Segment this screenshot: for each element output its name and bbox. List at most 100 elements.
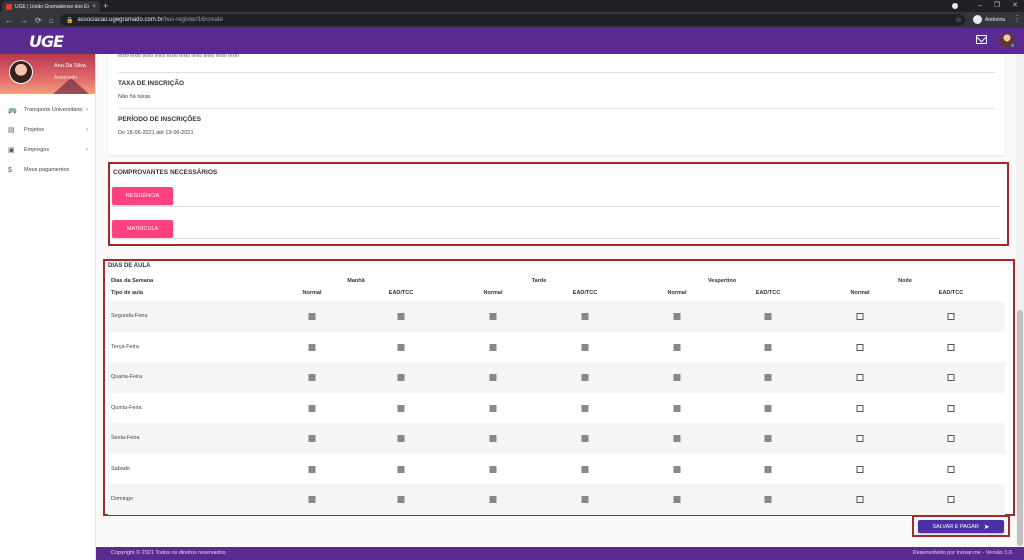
bus-icon: 🚌 bbox=[8, 107, 17, 114]
user-profile-card: Ana Da Silva Associado bbox=[0, 54, 95, 94]
disabled-checkbox bbox=[489, 374, 497, 381]
url-host: associacao.ugegramado.com.br bbox=[77, 17, 163, 23]
disabled-checkbox bbox=[581, 435, 589, 442]
checkbox[interactable] bbox=[856, 435, 864, 442]
sidebar-item-label: Transporte Universitário bbox=[24, 107, 83, 113]
reload-icon[interactable]: ⟳ bbox=[35, 16, 42, 25]
type-column-label: Tipo de aula bbox=[111, 290, 143, 296]
browser-tab[interactable]: UGE | União Gramadense dos Es × bbox=[2, 1, 100, 12]
disabled-checkbox bbox=[581, 313, 589, 320]
checkbox[interactable] bbox=[856, 465, 864, 473]
disabled-checkbox bbox=[764, 496, 772, 503]
user-avatar[interactable] bbox=[9, 60, 33, 84]
checkbox[interactable] bbox=[856, 343, 864, 351]
browser-profile[interactable]: Andreina bbox=[973, 15, 1005, 24]
sidebar-item-4[interactable]: $ Meus pagamentos bbox=[0, 164, 96, 176]
disabled-checkbox bbox=[397, 465, 405, 473]
app-logo[interactable]: UGE bbox=[29, 32, 64, 51]
disabled-checkbox bbox=[673, 435, 681, 442]
favicon-icon bbox=[6, 3, 12, 10]
home-icon[interactable]: ⌂ bbox=[49, 16, 54, 25]
enrollment-upload-button[interactable]: MATRÍCULA bbox=[112, 220, 173, 238]
disabled-checkbox bbox=[673, 496, 681, 503]
checkbox[interactable] bbox=[947, 496, 955, 503]
disabled-checkbox bbox=[673, 343, 681, 351]
day-label: Segunda-Feira bbox=[111, 313, 148, 319]
class-days-heading: DIAS DE AULA bbox=[108, 263, 151, 269]
disabled-checkbox bbox=[489, 435, 497, 442]
checkbox[interactable] bbox=[856, 313, 864, 320]
window-controls: – ❐ ✕ bbox=[978, 0, 1018, 12]
header-avatar[interactable] bbox=[1000, 33, 1015, 48]
period-header: Manhã bbox=[347, 278, 365, 284]
disabled-checkbox bbox=[673, 465, 681, 473]
disabled-checkbox bbox=[308, 343, 316, 351]
id-card-icon: ▣ bbox=[8, 147, 15, 154]
developer-credit: Desenvolvido por Inovar.me - Versão 1.0 bbox=[912, 550, 1012, 556]
maximize-button[interactable]: ❐ bbox=[994, 0, 1000, 12]
divider bbox=[118, 72, 995, 73]
checkbox[interactable] bbox=[947, 435, 955, 442]
minimize-button[interactable]: – bbox=[978, 0, 982, 12]
browser-toolbar: ← → ⟳ ⌂ 🔒 associacao.ugegramado.com.br/b… bbox=[0, 12, 1024, 28]
disabled-checkbox bbox=[397, 343, 405, 351]
class-type-header: EAD/TCC bbox=[755, 290, 781, 296]
disabled-checkbox bbox=[673, 404, 681, 412]
checkbox[interactable] bbox=[947, 313, 955, 320]
app-header: UGE bbox=[0, 28, 1024, 54]
profile-name: Andreina bbox=[985, 16, 1006, 23]
checkbox[interactable] bbox=[856, 496, 864, 503]
browser-menu-icon[interactable]: ⋮ bbox=[1013, 14, 1021, 23]
back-icon[interactable]: ← bbox=[5, 16, 13, 25]
extension-icon[interactable] bbox=[952, 3, 958, 9]
checkbox[interactable] bbox=[947, 465, 955, 473]
address-bar[interactable]: 🔒 associacao.ugegramado.com.br/bus-regis… bbox=[60, 14, 965, 26]
class-type-header: Normal bbox=[483, 290, 503, 296]
disabled-checkbox bbox=[397, 435, 405, 442]
disabled-checkbox bbox=[764, 404, 772, 412]
disabled-checkbox bbox=[308, 313, 316, 320]
browser-tab-bar: UGE | União Gramadense dos Es × + – ❐ ✕ bbox=[0, 0, 1024, 12]
checkbox[interactable] bbox=[947, 404, 955, 412]
checkbox[interactable] bbox=[947, 374, 955, 381]
sidebar-item-label: Meus pagamentos bbox=[24, 167, 70, 173]
new-tab-button[interactable]: + bbox=[103, 0, 108, 12]
save-and-pay-button[interactable]: SALVAR E PAGAR ➤ bbox=[918, 520, 1004, 533]
disabled-checkbox bbox=[581, 496, 589, 503]
disabled-checkbox bbox=[489, 404, 497, 412]
days-column-label: Dias da Semana bbox=[111, 278, 154, 284]
day-label: Sabado bbox=[111, 465, 130, 472]
sidebar-item-2[interactable]: ▤ Projetos › bbox=[0, 124, 96, 136]
forward-icon[interactable]: → bbox=[20, 16, 28, 25]
user-role: Associado bbox=[54, 75, 78, 81]
tab-close-icon[interactable]: × bbox=[92, 4, 96, 10]
disabled-checkbox bbox=[581, 404, 589, 412]
disabled-checkbox bbox=[489, 313, 497, 320]
disabled-checkbox bbox=[308, 465, 316, 473]
disabled-checkbox bbox=[397, 313, 405, 320]
close-window-button[interactable]: ✕ bbox=[1012, 0, 1018, 12]
copyright-text: Copyright © 2021 Todos os direitos reser… bbox=[111, 550, 227, 556]
page-scrollbar-thumb[interactable] bbox=[1017, 310, 1023, 546]
day-label: Domingo bbox=[111, 496, 134, 502]
disabled-checkbox bbox=[308, 435, 316, 442]
period-value: De 18-06-2021 até 19-06-2021 bbox=[118, 130, 194, 136]
period-header: Noite bbox=[898, 278, 912, 284]
send-icon: ➤ bbox=[983, 523, 990, 531]
messages-icon[interactable] bbox=[976, 35, 987, 44]
tab-title: UGE | União Gramadense dos Es bbox=[15, 3, 90, 10]
checkbox[interactable] bbox=[856, 374, 864, 381]
url-path: /bus-register/16/create bbox=[162, 17, 223, 23]
sidebar-item-1[interactable]: 🚌 Transporte Universitário › bbox=[0, 104, 96, 116]
day-label: Terça-Feira bbox=[111, 343, 139, 350]
checkbox[interactable] bbox=[856, 404, 864, 412]
period-heading: PERÍODO DE INSCRIÇÕES bbox=[118, 116, 202, 123]
fee-value: Não há taxas bbox=[118, 94, 151, 100]
nav-buttons: ← → ⟳ ⌂ bbox=[0, 16, 62, 25]
sidebar-item-3[interactable]: ▣ Empregos › bbox=[0, 144, 96, 156]
checkbox[interactable] bbox=[947, 343, 955, 351]
disabled-checkbox bbox=[764, 313, 772, 320]
residence-upload-button[interactable]: RESIDÊNCIA bbox=[112, 187, 173, 205]
bookmark-star-icon[interactable]: ☆ bbox=[955, 15, 962, 24]
url-text[interactable]: associacao.ugegramado.com.br/bus-registe… bbox=[77, 17, 222, 23]
